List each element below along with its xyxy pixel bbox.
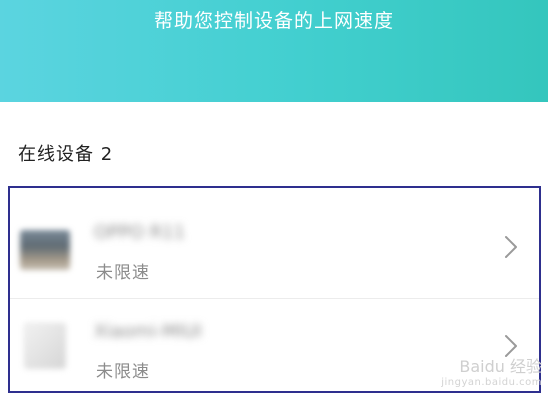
device-speed-status: 未限速	[96, 263, 150, 283]
chevron-right-icon	[505, 236, 517, 258]
device-speed-status: 未限速	[96, 362, 150, 382]
header-subtitle: 帮助您控制设备的上网速度	[153, 10, 394, 32]
online-device-list: OPPO R11 未限速 Xiaomi-MIUI 未限速	[8, 186, 541, 393]
device-box-thumbnail-icon	[24, 323, 66, 369]
header-banner: 帮助您控制设备的上网速度	[0, 0, 548, 102]
device-name: OPPO R11	[94, 222, 186, 243]
chevron-right-icon	[505, 335, 517, 357]
device-list-item-1[interactable]: OPPO R11 未限速	[10, 200, 539, 298]
device-photo-thumbnail-icon	[20, 230, 70, 270]
online-devices-title: 在线设备 2	[18, 144, 114, 165]
device-speed-control-screen: 帮助您控制设备的上网速度 在线设备 2 OPPO R11 未限速 Xiaomi-…	[0, 0, 548, 402]
device-name: Xiaomi-MIUI	[94, 321, 202, 342]
device-list-item-2[interactable]: Xiaomi-MIUI 未限速	[10, 298, 539, 391]
